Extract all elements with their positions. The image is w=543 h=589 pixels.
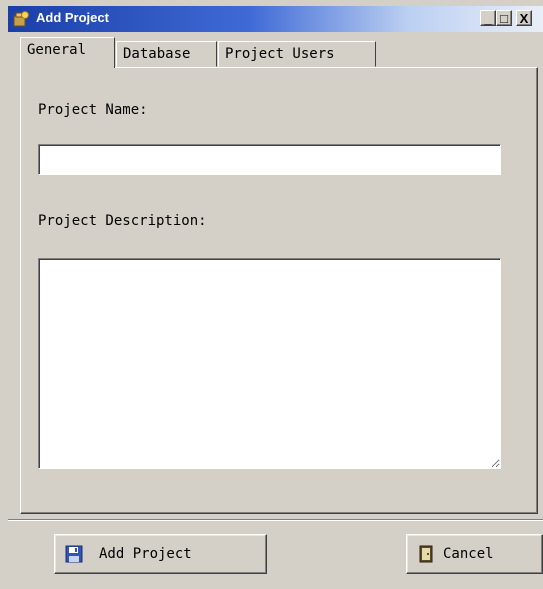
add-project-button[interactable]: Add Project (54, 534, 267, 574)
project-description-textarea[interactable] (38, 258, 501, 469)
project-name-label: Project Name: (38, 102, 148, 118)
project-description-label: Project Description: (38, 213, 207, 229)
app-icon (13, 11, 29, 27)
add-project-dialog: Add Project _ □ X General Database Proje… (0, 0, 543, 589)
tab-database[interactable]: Database (116, 41, 217, 67)
close-icon: X (519, 11, 529, 26)
door-exit-icon (419, 545, 433, 563)
minimize-icon: _ (484, 11, 492, 26)
minimize-button[interactable]: _ (480, 10, 496, 26)
add-project-label: Add Project (99, 546, 192, 562)
floppy-disk-icon (65, 545, 83, 563)
tab-project-users[interactable]: Project Users (218, 41, 376, 67)
window-title: Add Project (36, 10, 109, 25)
tab-general[interactable]: General (20, 37, 115, 68)
maximize-icon: □ (500, 11, 508, 26)
separator (8, 519, 543, 521)
maximize-button[interactable]: □ (496, 10, 512, 26)
close-button[interactable]: X (516, 10, 532, 26)
cancel-button[interactable]: Cancel (406, 534, 543, 574)
title-bar[interactable]: Add Project _ □ X (8, 6, 543, 32)
project-name-input[interactable] (38, 144, 501, 175)
cancel-label: Cancel (443, 546, 494, 562)
